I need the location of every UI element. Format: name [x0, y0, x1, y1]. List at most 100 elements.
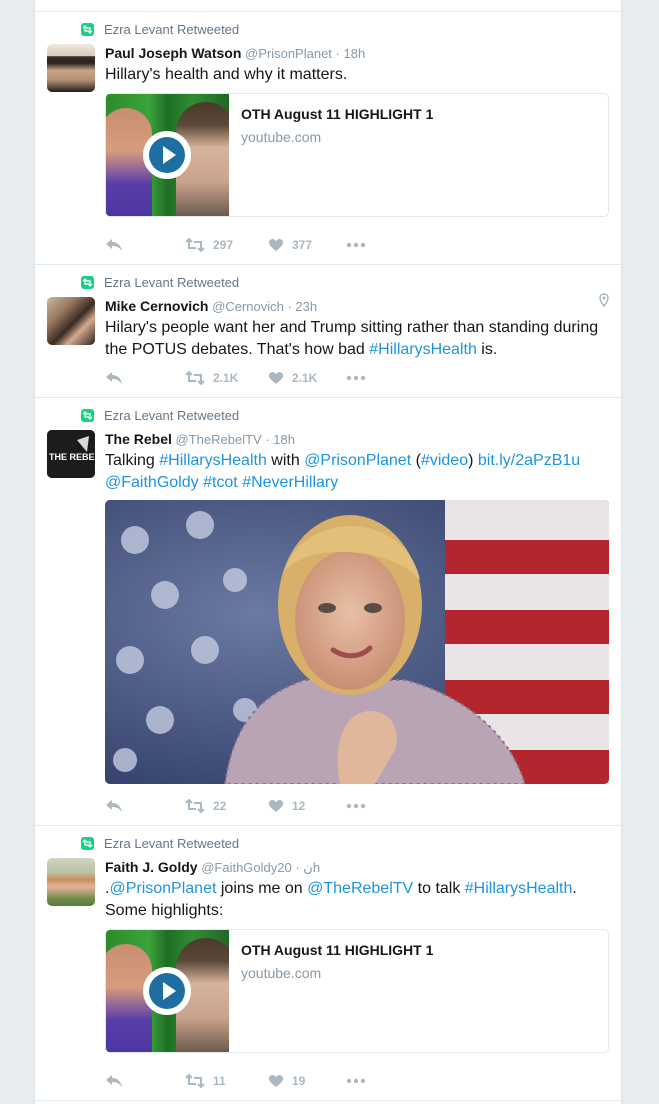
- avatar[interactable]: [47, 858, 95, 906]
- more-button[interactable]: [346, 234, 366, 254]
- author-handle[interactable]: @FaithGoldy: [201, 860, 277, 875]
- retweet-context: Ezra Levant Retweeted: [81, 408, 239, 424]
- author-handle[interactable]: @PrisonPlanet: [245, 46, 332, 61]
- rebel-logo: THE REBEL: [47, 430, 95, 478]
- reply-button[interactable]: [105, 795, 123, 815]
- hashtag-link[interactable]: #video: [421, 452, 468, 469]
- retweet-count: 297: [213, 237, 234, 252]
- more-icon: [346, 375, 366, 381]
- like-button[interactable]: 12: [268, 795, 305, 815]
- retweet-icon: [185, 370, 205, 386]
- reply-icon: [106, 238, 122, 251]
- avatar[interactable]: [47, 297, 95, 345]
- tweet-time[interactable]: 18h: [273, 432, 295, 447]
- like-button[interactable]: 377: [268, 234, 312, 254]
- reply-button[interactable]: [105, 1070, 123, 1090]
- tweet-header: Paul Joseph Watson @PrisonPlanet · 18h: [105, 45, 366, 61]
- like-count: 19: [292, 1073, 306, 1088]
- hashtag-link[interactable]: #HillarysHealth: [159, 452, 267, 469]
- author-name[interactable]: Paul Joseph Watson: [105, 45, 241, 61]
- avatar[interactable]: THE REBEL: [47, 430, 95, 478]
- heart-icon: [269, 799, 283, 812]
- play-icon[interactable]: [143, 131, 191, 179]
- tweet[interactable]: Ezra Levant Retweeted Faith J. Goldy @Fa…: [35, 825, 621, 1101]
- card-title: OTH August 11 HIGHLIGHT 1: [241, 106, 434, 122]
- retweet-label: Ezra Levant Retweeted: [104, 836, 240, 851]
- like-count: 377: [292, 237, 313, 252]
- heart-icon: [269, 1074, 283, 1087]
- reply-button[interactable]: [105, 234, 123, 254]
- tweet-photo[interactable]: [105, 500, 609, 784]
- more-icon: [346, 242, 366, 248]
- reply-icon: [106, 1074, 122, 1087]
- play-icon[interactable]: [143, 967, 191, 1015]
- more-button[interactable]: [346, 795, 366, 815]
- card-thumbnail: [106, 94, 229, 216]
- retweet-context: Ezra Levant Retweeted: [81, 22, 239, 38]
- tweet-header: Faith J. Goldy @FaithGoldy ن · 20h: [105, 859, 321, 875]
- more-button[interactable]: [346, 367, 366, 387]
- tweet-actions: 2.1K 2.1K: [105, 367, 525, 387]
- retweet-badge-icon: [81, 276, 94, 289]
- retweet-context: Ezra Levant Retweeted: [81, 836, 239, 852]
- tweet-text: .@PrisonPlanet joins me on @TheRebelTV t…: [105, 880, 577, 919]
- retweet-icon: [185, 237, 205, 253]
- card-title: OTH August 11 HIGHLIGHT 1: [241, 942, 434, 958]
- link-card[interactable]: OTH August 11 HIGHLIGHT 1 youtube.com: [105, 929, 609, 1053]
- hashtag-link[interactable]: #HillarysHealth: [369, 341, 477, 358]
- like-button[interactable]: 19: [268, 1070, 305, 1090]
- retweet-count: 2.1K: [213, 370, 239, 385]
- heart-icon: [269, 238, 283, 251]
- tweet-text: Hilary's people want her and Trump sitti…: [105, 319, 599, 358]
- mention-link[interactable]: @PrisonPlanet: [304, 452, 411, 469]
- reply-button[interactable]: [105, 367, 123, 387]
- retweet-button[interactable]: 2.1K: [185, 367, 238, 387]
- retweet-button[interactable]: 297: [185, 234, 233, 254]
- more-icon: [346, 803, 366, 809]
- mention-link[interactable]: @PrisonPlanet: [109, 880, 216, 897]
- timeline: Ezra Levant Retweeted Paul Joseph Watson…: [34, 0, 622, 1104]
- tweet-time[interactable]: 18h: [343, 46, 365, 61]
- url-link[interactable]: bit.ly/2aPzB1u: [478, 452, 580, 469]
- retweet-button[interactable]: 11: [185, 1070, 226, 1090]
- retweet-icon: [185, 1073, 205, 1089]
- retweet-label: Ezra Levant Retweeted: [104, 22, 240, 37]
- card-domain: youtube.com: [241, 965, 322, 981]
- tweet-time[interactable]: 23h: [295, 299, 317, 314]
- hashtag-link[interactable]: #NeverHillary: [242, 474, 338, 491]
- reply-icon: [106, 371, 122, 384]
- retweet-label: Ezra Levant Retweeted: [104, 275, 240, 290]
- tweet[interactable]: Ezra Levant Retweeted Paul Joseph Watson…: [35, 11, 621, 264]
- heart-icon: [269, 371, 283, 384]
- card-thumbnail: [106, 930, 229, 1052]
- author-handle[interactable]: @TheRebelTV: [176, 432, 262, 447]
- like-count: 12: [292, 798, 306, 813]
- card-domain: youtube.com: [241, 129, 322, 145]
- hashtag-link[interactable]: #tcot: [203, 474, 238, 491]
- author-name[interactable]: Mike Cernovich: [105, 298, 208, 314]
- hashtag-link[interactable]: #HillarysHealth: [465, 880, 573, 897]
- location-pin-icon[interactable]: [599, 293, 609, 307]
- mention-link[interactable]: @FaithGoldy: [105, 474, 199, 491]
- link-card[interactable]: OTH August 11 HIGHLIGHT 1 youtube.com: [105, 93, 609, 217]
- retweet-label: Ezra Levant Retweeted: [104, 408, 240, 423]
- more-button[interactable]: [346, 1070, 366, 1090]
- tweet[interactable]: Ezra Levant Retweeted THE REBEL The Rebe…: [35, 397, 621, 825]
- like-button[interactable]: 2.1K: [268, 367, 317, 387]
- avatar[interactable]: [47, 44, 95, 92]
- author-name[interactable]: The Rebel: [105, 431, 172, 447]
- tweet-header: Mike Cernovich @Cernovich · 23h: [105, 298, 318, 314]
- retweet-count: 11: [213, 1073, 226, 1088]
- mention-link[interactable]: @TheRebelTV: [307, 880, 413, 897]
- retweet-icon: [185, 798, 205, 814]
- tweet-actions: 11 19: [105, 1070, 525, 1090]
- retweet-badge-icon: [81, 837, 94, 850]
- tweet-actions: 22 12: [105, 795, 525, 815]
- svg-text:THE REBEL: THE REBEL: [49, 452, 95, 462]
- tweet[interactable]: Ezra Levant Retweeted Mike Cernovich @Ce…: [35, 264, 621, 397]
- author-handle[interactable]: @Cernovich: [212, 299, 284, 314]
- photo-image: [105, 500, 609, 784]
- tweet-actions: 297 377: [105, 234, 525, 254]
- retweet-button[interactable]: 22: [185, 795, 226, 815]
- author-name[interactable]: Faith J. Goldy: [105, 859, 198, 875]
